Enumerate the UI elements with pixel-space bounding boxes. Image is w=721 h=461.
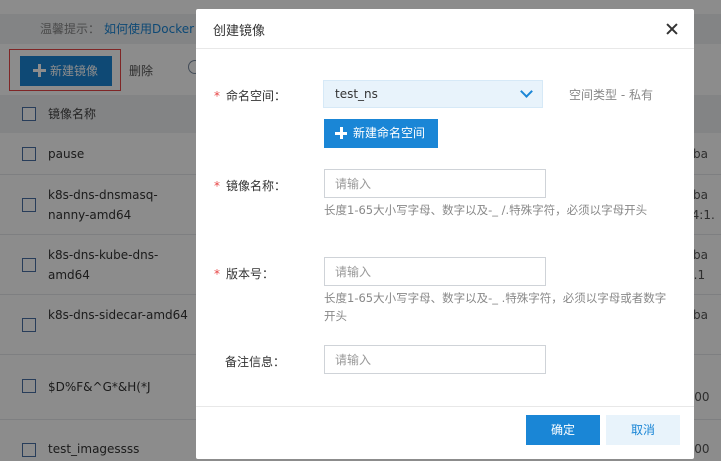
namespace-select-value: test_ns xyxy=(335,87,378,101)
image-name-label: * 镜像名称： xyxy=(214,177,286,194)
dialog-footer: 确定 取消 xyxy=(196,406,694,459)
plus-icon xyxy=(335,127,347,139)
confirm-button[interactable]: 确定 xyxy=(526,415,600,445)
new-namespace-button[interactable]: 新建命名空间 xyxy=(324,119,438,148)
required-mark: * xyxy=(214,89,220,103)
version-input[interactable] xyxy=(324,257,546,286)
new-namespace-button-label: 新建命名空间 xyxy=(353,126,426,140)
namespace-type: 空间类型 - 私有 xyxy=(569,88,653,102)
image-name-input[interactable] xyxy=(324,169,546,198)
required-mark: * xyxy=(214,267,220,281)
close-icon[interactable] xyxy=(666,23,678,35)
namespace-label-text: 命名空间： xyxy=(226,89,287,103)
remark-label: 备注信息： xyxy=(225,355,286,369)
namespace-select[interactable]: test_ns xyxy=(323,80,543,108)
create-image-dialog: 创建镜像 * 命名空间： test_ns 空间类型 - 私有 新建命名空间 * 镜像… xyxy=(196,9,694,459)
namespace-label: * 命名空间： xyxy=(214,87,286,104)
required-mark: * xyxy=(214,179,220,193)
chevron-down-icon xyxy=(520,85,533,98)
version-hint: 长度1-65大小写字母、数字以及-_ .特殊字符，必须以字母或者数字开头 xyxy=(324,291,667,323)
version-label-text: 版本号： xyxy=(226,267,275,281)
image-name-label-text: 镜像名称： xyxy=(226,179,287,193)
cancel-button[interactable]: 取消 xyxy=(606,415,680,445)
remark-input[interactable] xyxy=(324,345,546,374)
image-name-hint: 长度1-65大小写字母、数字以及-_ /.特殊字符，必须以字母开头 xyxy=(324,203,648,217)
dialog-title: 创建镜像 xyxy=(213,24,266,39)
dialog-header: 创建镜像 xyxy=(196,9,694,49)
version-label: * 版本号： xyxy=(214,265,274,282)
